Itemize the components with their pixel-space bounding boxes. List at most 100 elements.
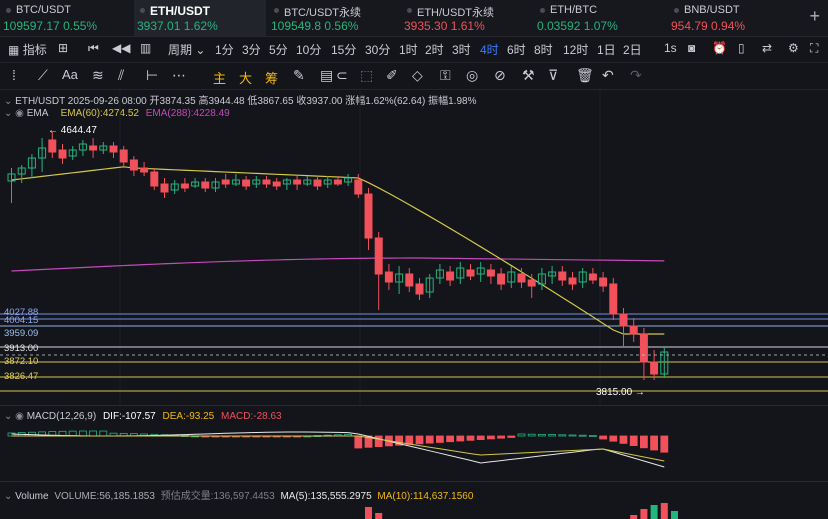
interval-1h[interactable]: 1时 [399, 41, 418, 58]
ticker-tab-eth-usdt-perp[interactable]: ETH/USDT永续 3935.30 1.61% [401, 0, 533, 36]
ticker-tab-btc-usdt-perp[interactable]: BTC/USDT永续 109549.8 0.56% [268, 0, 400, 36]
candle[interactable] [27, 154, 36, 178]
candle[interactable] [201, 178, 210, 192]
candle[interactable] [221, 174, 230, 188]
candle[interactable] [497, 268, 506, 290]
candle[interactable] [160, 178, 169, 198]
edit-icon[interactable]: ✎ [293, 67, 305, 84]
redo-icon[interactable]: ↷ [630, 67, 642, 84]
more-tools-icon[interactable]: ⋯ [172, 67, 186, 84]
eye-icon[interactable]: ◉ [15, 411, 24, 422]
candle[interactable] [211, 178, 220, 192]
interval-3m[interactable]: 3分 [242, 41, 261, 58]
pen-icon[interactable]: ✐ [386, 67, 398, 84]
split-view-icon[interactable]: ⊞ [58, 41, 68, 55]
candle[interactable] [262, 176, 271, 188]
text-tool-button[interactable]: Aa [62, 67, 78, 82]
candle[interactable] [191, 178, 200, 188]
chart-type-icon[interactable]: ▯ [738, 41, 745, 55]
candle[interactable] [415, 278, 424, 300]
interval-3h[interactable]: 3时 [452, 41, 471, 58]
candle[interactable] [527, 274, 536, 298]
candle[interactable] [282, 178, 291, 190]
candle[interactable] [374, 232, 383, 310]
candle[interactable] [650, 350, 659, 380]
layout-icon[interactable]: ▥ [140, 41, 151, 55]
candle[interactable] [150, 168, 159, 190]
candle[interactable] [548, 266, 557, 284]
interval-2d[interactable]: 2日 [623, 41, 642, 58]
lock-icon[interactable]: ⚿ [440, 67, 451, 84]
period-dropdown[interactable]: 周期 ⌄ [168, 41, 205, 58]
macd-chart[interactable] [0, 424, 828, 480]
candle[interactable] [252, 176, 261, 188]
parallel-channel-icon[interactable]: ⫽ [118, 67, 124, 84]
candle[interactable] [109, 142, 118, 158]
interval-1m[interactable]: 1分 [215, 41, 234, 58]
gear-icon[interactable]: ⚙ [788, 41, 799, 55]
candle[interactable] [313, 176, 322, 190]
candle[interactable] [507, 266, 516, 288]
candle[interactable] [425, 274, 434, 298]
ticker-tab-eth-usdt[interactable]: ETH/USDT 3937.01 1.62% [134, 0, 266, 36]
candle[interactable] [140, 162, 149, 176]
interval-30m[interactable]: 30分 [365, 41, 390, 58]
candle[interactable] [119, 146, 128, 168]
interval-4h[interactable]: 4时 [480, 41, 499, 58]
ticker-tab-eth-btc[interactable]: ETH/BTC 0.03592 1.07% [534, 0, 666, 36]
candle[interactable] [303, 176, 312, 186]
template-icon[interactable]: ▤ [320, 67, 333, 84]
candle[interactable] [456, 262, 465, 284]
interval-8h[interactable]: 8时 [534, 41, 553, 58]
candle[interactable] [78, 140, 87, 156]
candle[interactable] [68, 146, 77, 160]
interval-2h[interactable]: 2时 [425, 41, 444, 58]
scroll-left-icon[interactable]: ◀◀ [112, 41, 130, 55]
candle[interactable] [599, 272, 608, 292]
measure-icon[interactable]: ⊢ [146, 67, 158, 84]
candle[interactable] [588, 268, 597, 284]
candle[interactable] [476, 262, 485, 282]
candle[interactable] [7, 168, 16, 203]
candle[interactable] [629, 318, 638, 342]
candle[interactable] [639, 328, 648, 380]
eraser-icon[interactable]: ◇ [412, 67, 423, 84]
interval-12h[interactable]: 12时 [563, 41, 588, 58]
interval-15m[interactable]: 15分 [331, 41, 356, 58]
candle[interactable] [446, 266, 455, 286]
interval-5m[interactable]: 5分 [269, 41, 288, 58]
candle[interactable] [272, 178, 281, 190]
candle[interactable] [99, 142, 108, 154]
candle[interactable] [466, 264, 475, 280]
filter-icon[interactable]: ⊽ [548, 67, 558, 84]
candle[interactable] [568, 272, 577, 290]
candle[interactable] [17, 165, 26, 183]
candle[interactable] [578, 268, 587, 288]
settings-brush-icon[interactable]: ⚒ [522, 67, 535, 84]
candle[interactable] [384, 264, 393, 290]
candlestick-chart[interactable] [0, 88, 828, 406]
cursor-line-icon[interactable]: ⁞ [12, 67, 16, 83]
candle[interactable] [558, 266, 567, 286]
ticker-tab-bnb-usdt[interactable]: BNB/USDT 954.79 0.94% [668, 0, 788, 36]
candle[interactable] [323, 176, 332, 188]
hide-icon[interactable]: ⊘ [494, 67, 506, 84]
candle[interactable] [129, 156, 138, 176]
candle[interactable] [609, 278, 618, 320]
realtime-1s-button[interactable]: 1s [664, 41, 677, 55]
large-order-button[interactable]: 大 [239, 68, 252, 87]
candle[interactable] [344, 174, 353, 186]
candle[interactable] [58, 144, 67, 164]
candle[interactable] [660, 348, 669, 378]
undo-icon[interactable]: ↶ [602, 67, 614, 84]
interval-10m[interactable]: 10分 [296, 41, 321, 58]
trash-icon[interactable]: 🗑 [576, 67, 594, 84]
fib-icon[interactable]: ≋ [92, 67, 104, 84]
eye-icon[interactable]: ◎ [466, 67, 478, 84]
candle[interactable] [242, 176, 251, 190]
candle[interactable] [170, 180, 179, 194]
trendline-icon[interactable]: ⟋ [38, 67, 48, 84]
candle[interactable] [293, 176, 302, 190]
candle[interactable] [180, 178, 189, 192]
main-chart-button[interactable]: 主 [213, 68, 226, 87]
